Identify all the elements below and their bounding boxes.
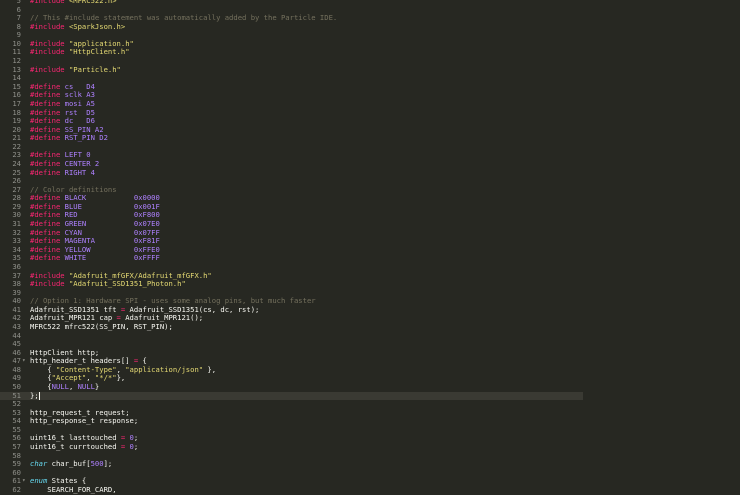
code-line[interactable]: 20 #define SS_PIN A2 bbox=[0, 125, 740, 135]
code-line[interactable]: 38 #include "Adafruit_SSD1351_Photon.h" bbox=[0, 279, 740, 289]
code-line[interactable]: 45 bbox=[0, 340, 740, 349]
token-pp: #define bbox=[30, 253, 65, 263]
token-num: 500 bbox=[90, 459, 104, 469]
token-num: NULL bbox=[77, 382, 95, 392]
code-line[interactable]: 17 #define mosi A5 bbox=[0, 99, 740, 109]
code-line[interactable]: 18 #define rst D5 bbox=[0, 108, 740, 118]
code-text: MFRC522 mfrc522(SS_PIN, RST_PIN); bbox=[30, 321, 173, 332]
code-line[interactable]: 21 #define RST_PIN D2 bbox=[0, 133, 740, 143]
token-mac: RST_PIN D2 bbox=[64, 133, 108, 143]
code-line[interactable]: 25 #define RIGHT 4 bbox=[0, 167, 740, 178]
token-plain: SEARCH_FOR_CARD, bbox=[30, 484, 117, 494]
code-line[interactable]: 16 #define sclk A3 bbox=[0, 91, 740, 100]
code-line[interactable]: 19 #define dc D6 bbox=[0, 116, 740, 126]
token-str: "Adafruit_SSD1351_Photon.h" bbox=[68, 279, 186, 289]
code-line[interactable]: 44 bbox=[0, 331, 740, 341]
token-pp: #include bbox=[30, 21, 69, 31]
token-plain: , bbox=[68, 382, 78, 392]
code-line[interactable]: 60 bbox=[0, 468, 740, 478]
token-pp: #include bbox=[30, 0, 69, 5]
token-plain: http_response_t response; bbox=[30, 416, 139, 426]
code-line[interactable]: 35 #define WHITE 0xFFFF bbox=[0, 254, 740, 263]
token-kw: char bbox=[30, 459, 48, 469]
token-plain: } bbox=[94, 382, 100, 392]
code-text: SEARCH_FOR_CARD, bbox=[30, 484, 117, 495]
token-str: <MFRC522.h> bbox=[68, 0, 117, 5]
code-text: #define RIGHT 4 bbox=[30, 167, 95, 178]
token-str: <SparkJson.h> bbox=[68, 21, 126, 31]
code-text: #define WHITE 0xFFFF bbox=[30, 254, 160, 263]
code-line[interactable]: 14 bbox=[0, 74, 740, 83]
token-plain: ; bbox=[133, 442, 139, 452]
code-text: http_response_t response; bbox=[30, 417, 138, 426]
code-text: #define RST_PIN D2 bbox=[30, 133, 108, 143]
code-line[interactable]: 8 #include <SparkJson.h> bbox=[0, 21, 740, 32]
token-plain: }, bbox=[203, 364, 217, 374]
code-line[interactable]: 51}; bbox=[0, 390, 583, 401]
token-plain: MFRC522 mfrc522(SS_PIN, RST_PIN); bbox=[30, 321, 173, 331]
text-cursor bbox=[38, 391, 40, 400]
code-text: #include "Adafruit_SSD1351_Photon.h" bbox=[30, 279, 186, 289]
code-line[interactable]: 59 char char_buf[500]; bbox=[0, 459, 740, 469]
token-mac: RIGHT 4 bbox=[64, 167, 95, 177]
code-line[interactable]: 62 SEARCH_FOR_CARD, bbox=[0, 484, 740, 495]
code-line[interactable]: 22 bbox=[0, 142, 740, 152]
token-plain: ]; bbox=[103, 459, 113, 469]
token-str: "Particle.h" bbox=[68, 64, 121, 74]
code-line[interactable]: 13 #include "Particle.h" bbox=[0, 64, 740, 75]
fold-arrow-icon[interactable]: ▾ bbox=[22, 477, 26, 486]
token-plain: uint16_t currtouched bbox=[30, 442, 121, 452]
token-plain: char_buf[ bbox=[47, 459, 91, 469]
token-plain: }, bbox=[116, 373, 126, 383]
code-text: }; bbox=[30, 390, 40, 401]
code-line[interactable]: 49 {"Accept", "*/*"}, bbox=[0, 374, 740, 383]
code-text: #include <SparkJson.h> bbox=[30, 21, 126, 32]
token-pp: #include bbox=[30, 47, 69, 57]
token-str: "HttpClient.h" bbox=[68, 47, 130, 57]
token-plain: }; bbox=[30, 390, 39, 400]
token-pp: #define bbox=[30, 133, 65, 143]
token-pp: #define bbox=[30, 167, 65, 177]
code-editor[interactable]: 5 #include <MFRC522.h> 6 7// This #include … bbox=[0, 0, 740, 495]
code-line[interactable]: 24 #define CENTER 2 bbox=[0, 159, 740, 169]
code-line[interactable]: 43 MFRC522 mfrc522(SS_PIN, RST_PIN); bbox=[0, 321, 740, 332]
code-text: char char_buf[500]; bbox=[30, 459, 113, 469]
fold-arrow-icon[interactable]: ▾ bbox=[22, 357, 26, 366]
code-line[interactable]: 57 uint16_t currtouched = 0; bbox=[0, 442, 740, 452]
code-line[interactable]: 50 {NULL, NULL} bbox=[0, 382, 740, 392]
code-text: {NULL, NULL} bbox=[30, 382, 100, 392]
token-pp: #include bbox=[30, 279, 69, 289]
token-str: "application/json" bbox=[125, 364, 204, 374]
code-line[interactable]: 11 #include "HttpClient.h" bbox=[0, 48, 740, 57]
token-pp: #include bbox=[30, 64, 69, 74]
line-number: 62 bbox=[12, 484, 21, 494]
token-mac: WHITE 0xFFFF bbox=[64, 253, 160, 263]
code-text: uint16_t currtouched = 0; bbox=[30, 442, 139, 452]
code-line[interactable]: 15 #define cs D4 bbox=[0, 82, 740, 92]
code-text: #include "Particle.h" bbox=[30, 64, 121, 75]
token-num: NULL bbox=[51, 382, 69, 392]
code-line[interactable]: 23 #define LEFT 0 bbox=[0, 151, 740, 160]
code-line[interactable]: 54 http_response_t response; bbox=[0, 417, 740, 426]
code-text: #include "HttpClient.h" bbox=[30, 48, 130, 57]
